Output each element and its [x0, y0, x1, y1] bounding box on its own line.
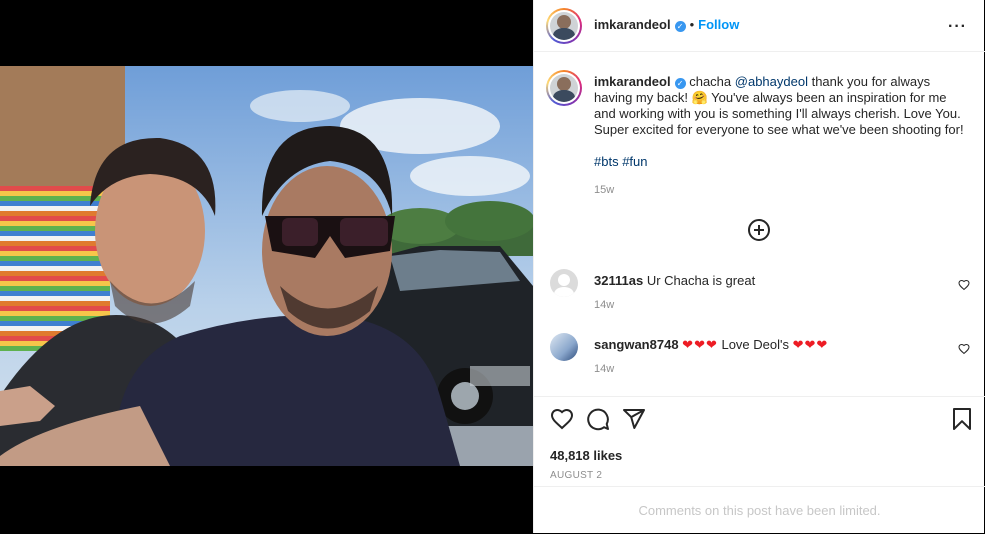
paper-plane-icon[interactable] — [622, 407, 646, 431]
comment-time[interactable]: 14w — [594, 299, 614, 311]
heart-emoji-icon: ❤❤❤ — [792, 337, 829, 352]
more-options-button[interactable]: ··· — [948, 18, 967, 36]
heart-icon[interactable] — [550, 407, 574, 431]
commenter-avatar[interactable] — [550, 269, 578, 297]
commenter-username[interactable]: 32111as — [594, 273, 643, 288]
comment-text: Love Deol's — [717, 337, 793, 352]
comment-like-heart-icon[interactable] — [958, 279, 970, 291]
plus-circle-icon[interactable] — [748, 219, 770, 241]
separator-dot: • — [689, 17, 695, 32]
author-avatar[interactable] — [546, 8, 582, 44]
heart-emoji-icon: ❤❤❤ — [682, 337, 718, 352]
follow-button[interactable]: Follow — [698, 17, 739, 32]
verified-badge-icon: ✓ — [674, 78, 686, 89]
comment-icon[interactable] — [586, 407, 610, 431]
hashtag-bts[interactable]: #bts — [594, 154, 619, 169]
post-date[interactable]: AUGUST 2 — [550, 470, 602, 481]
caption-time[interactable]: 15w — [594, 182, 964, 198]
hashtag-fun[interactable]: #fun — [622, 154, 647, 169]
verified-badge-icon: ✓ — [674, 21, 686, 32]
comments-limited-notice: Comments on this post have been limited. — [534, 486, 985, 533]
comment-time[interactable]: 14w — [594, 363, 614, 375]
post-photo[interactable] — [0, 66, 533, 466]
comment-body: 32111as Ur Chacha is great — [594, 273, 755, 288]
likes-count[interactable]: 48,818 likes — [550, 448, 622, 463]
bookmark-icon[interactable] — [950, 407, 974, 431]
caption-text-pre: chacha — [689, 74, 735, 89]
commenter-avatar[interactable] — [550, 333, 578, 361]
caption-line-2: Super excited for everyone to see what w… — [594, 122, 964, 137]
header-user-line: imkarandeol ✓ • Follow — [594, 17, 739, 32]
comments-section: imkarandeol ✓ chacha @abhaydeol thank you… — [534, 53, 985, 395]
caption-author-avatar[interactable] — [546, 70, 582, 106]
caption-hashtags: #bts #fun — [594, 154, 964, 170]
author-username[interactable]: imkarandeol — [594, 17, 671, 32]
action-bar: 48,818 likes AUGUST 2 — [534, 396, 985, 486]
photo-panel — [0, 0, 533, 533]
caption-author-username[interactable]: imkarandeol — [594, 74, 671, 89]
post-header: imkarandeol ✓ • Follow ··· — [534, 0, 985, 52]
comment-body: sangwan8748 ❤❤❤ Love Deol's ❤❤❤ — [594, 337, 828, 353]
hug-emoji-icon: 🤗 — [691, 90, 708, 105]
commenter-username[interactable]: sangwan8748 — [594, 337, 679, 352]
caption-mention-link[interactable]: @abhaydeol — [735, 74, 808, 89]
comment-like-heart-icon[interactable] — [958, 343, 970, 355]
post-caption: imkarandeol ✓ chacha @abhaydeol thank you… — [594, 74, 964, 198]
post-modal: imkarandeol ✓ • Follow ··· imkarandeol ✓ cha… — [0, 0, 985, 533]
comment-text: Ur Chacha is great — [646, 273, 756, 288]
details-panel: imkarandeol ✓ • Follow ··· imkarandeol ✓ cha… — [533, 0, 985, 533]
